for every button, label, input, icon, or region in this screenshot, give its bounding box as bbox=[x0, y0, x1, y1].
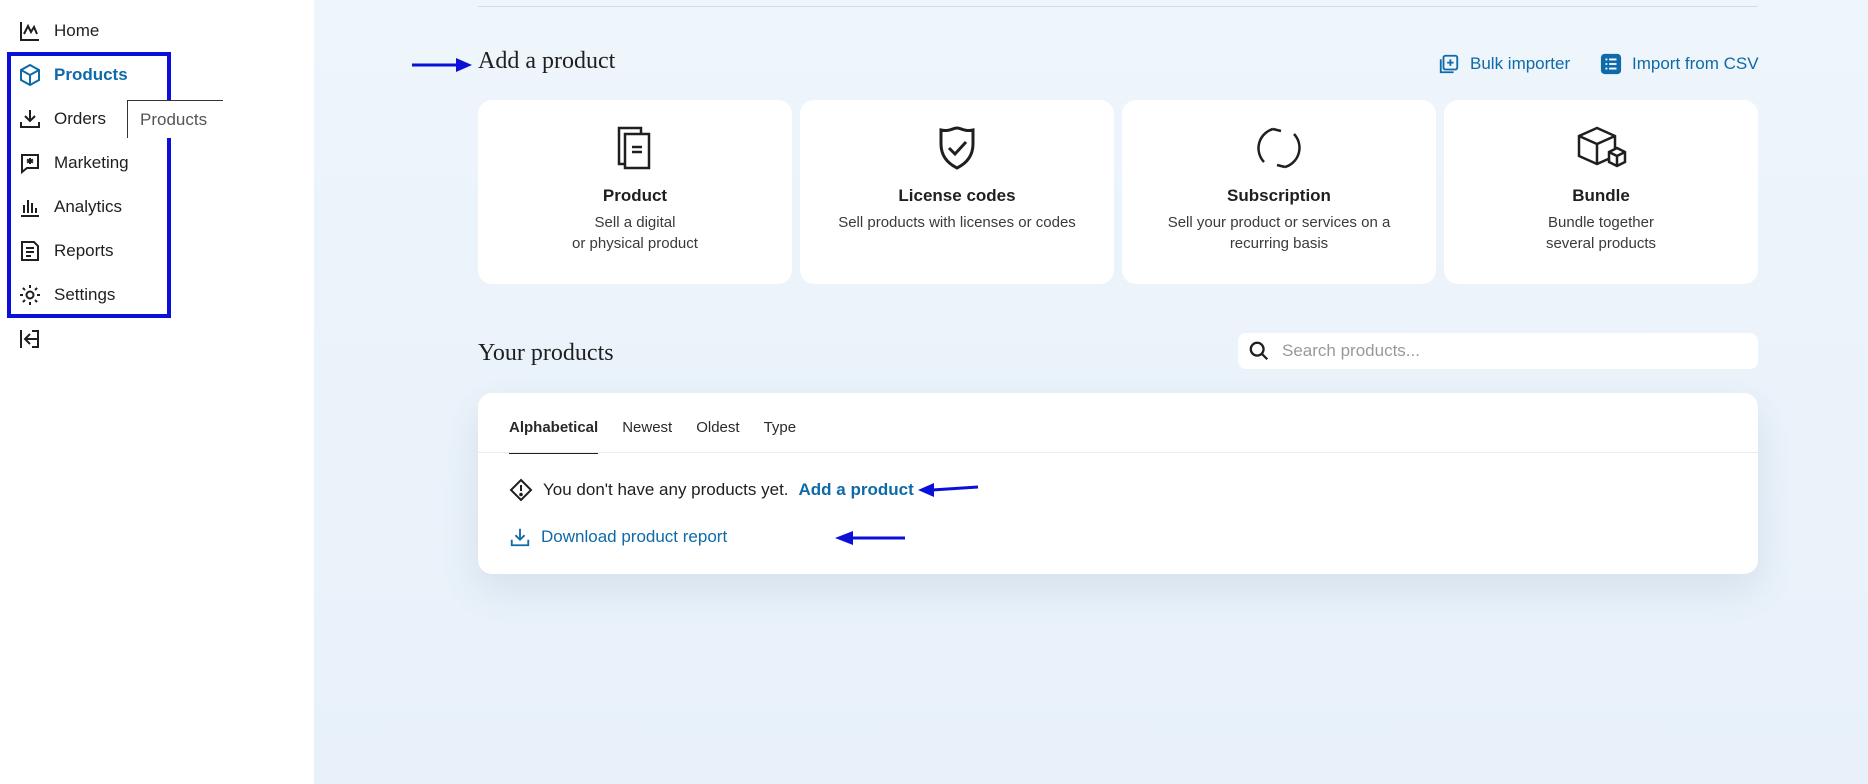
search-bar bbox=[1238, 333, 1758, 369]
boxes-icon bbox=[1577, 126, 1627, 168]
refresh-cycle-icon bbox=[1257, 127, 1301, 169]
table-list-icon bbox=[1600, 53, 1622, 75]
card-description: Sell your product or services on a recur… bbox=[1167, 214, 1391, 252]
annotation-arrow bbox=[835, 531, 905, 545]
warning-diamond-icon bbox=[509, 478, 533, 502]
card-title: Product bbox=[602, 186, 668, 205]
divider bbox=[478, 6, 1758, 7]
card-title: Bundle bbox=[1572, 186, 1630, 205]
sidebar-item-label: Home bbox=[54, 21, 100, 40]
empty-state-text: You don't have any products yet. bbox=[543, 480, 789, 499]
bulk-importer-label: Bulk importer bbox=[1470, 54, 1571, 73]
search-input[interactable] bbox=[1280, 340, 1724, 362]
search-icon bbox=[1249, 341, 1269, 361]
bulk-importer-button[interactable]: Bulk importer bbox=[1438, 53, 1570, 75]
card-description: Bundle together several products bbox=[1545, 214, 1657, 252]
home-chart-icon bbox=[20, 22, 39, 41]
tab-newest[interactable]: Newest bbox=[622, 419, 672, 454]
documents-icon bbox=[617, 126, 651, 170]
product-type-card-subscription[interactable]: Subscription Sell your product or servic… bbox=[1122, 100, 1436, 284]
card-title: Subscription bbox=[1227, 186, 1331, 205]
card-description: Sell products with licenses or codes bbox=[838, 214, 1076, 231]
your-products-title: Your products bbox=[478, 340, 614, 366]
shield-check-icon bbox=[939, 126, 975, 170]
products-panel: Alphabetical Newest Oldest Type You don'… bbox=[478, 393, 1758, 574]
annotation-highlight-box bbox=[7, 52, 171, 318]
tab-oldest[interactable]: Oldest bbox=[696, 419, 739, 454]
sidebar: Home Products Orders Marketing Analytics… bbox=[0, 0, 314, 784]
bulk-import-icon bbox=[1439, 54, 1459, 74]
main-content: Add a product Bulk importer Import from … bbox=[314, 0, 1868, 784]
tab-type[interactable]: Type bbox=[764, 419, 797, 454]
product-type-card-license-codes[interactable]: License codes Sell products with license… bbox=[800, 100, 1114, 284]
product-type-card-bundle[interactable]: Bundle Bundle together several products bbox=[1444, 100, 1758, 284]
product-type-card-product[interactable]: Product Sell a digital or physical produ… bbox=[478, 100, 792, 284]
download-report-label: Download product report bbox=[541, 527, 728, 546]
import-csv-label: Import from CSV bbox=[1632, 54, 1759, 73]
download-report-button[interactable]: Download product report bbox=[509, 526, 727, 548]
tab-alphabetical[interactable]: Alphabetical bbox=[509, 419, 599, 454]
sort-tabs: Alphabetical Newest Oldest Type bbox=[509, 419, 796, 454]
divider bbox=[478, 452, 1758, 453]
products-tooltip: Products bbox=[127, 100, 223, 138]
logout-button[interactable] bbox=[18, 325, 42, 353]
annotation-arrow bbox=[918, 483, 979, 497]
sidebar-item-home[interactable]: Home bbox=[18, 17, 99, 45]
annotation-arrow bbox=[412, 58, 472, 72]
logout-icon bbox=[20, 330, 39, 348]
add-product-title: Add a product bbox=[478, 48, 616, 74]
import-csv-button[interactable]: Import from CSV bbox=[1600, 53, 1759, 75]
download-icon bbox=[510, 528, 530, 547]
add-product-link[interactable]: Add a product bbox=[799, 480, 914, 500]
card-description: Sell a digital or physical product bbox=[572, 214, 698, 252]
empty-state: You don't have any products yet. Add a p… bbox=[509, 478, 914, 502]
card-title: License codes bbox=[898, 186, 1016, 205]
